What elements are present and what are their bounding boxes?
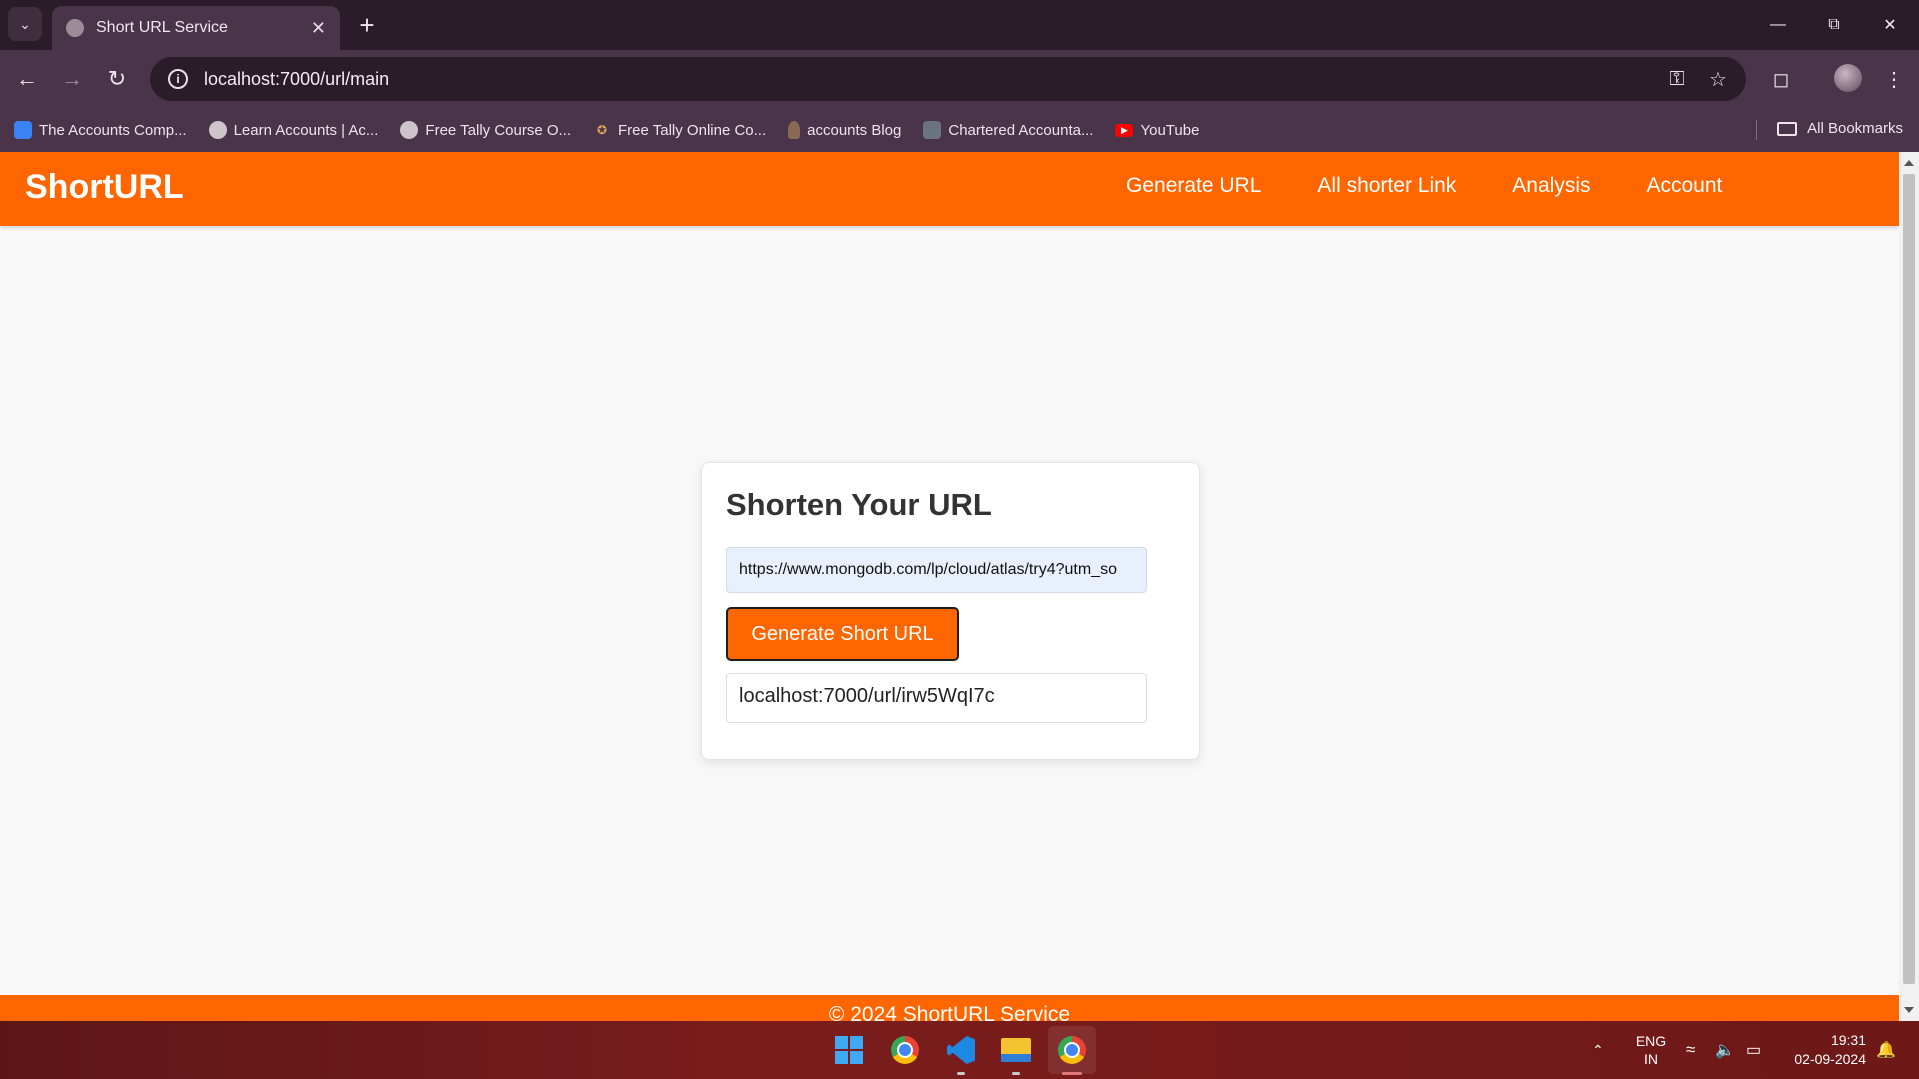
active-indicator [1062, 1072, 1082, 1075]
file-explorer-icon [1001, 1038, 1031, 1062]
nav-all-shorter-link[interactable]: All shorter Link [1317, 174, 1456, 198]
chrome-profile-icon [1058, 1036, 1086, 1064]
ca-icon [923, 121, 942, 139]
battery-icon[interactable]: ▭ [1746, 1021, 1761, 1079]
minimize-button[interactable]: — [1750, 8, 1806, 42]
restore-button[interactable]: ⧉ [1806, 8, 1862, 42]
scroll-up-icon[interactable] [1904, 160, 1914, 166]
taskbar: ⌃ ENG IN ≈ 🔈 ▭ 19:31 02-09-2024 🔔 [0, 1021, 1919, 1079]
bookmark-item[interactable]: Chartered Accounta... [923, 121, 1093, 139]
back-button[interactable]: ← [10, 62, 44, 96]
vscode-icon [947, 1036, 975, 1064]
forward-button[interactable]: → [55, 62, 89, 96]
generate-short-url-button[interactable]: Generate Short URL [726, 607, 959, 661]
bookmark-label: accounts Blog [807, 121, 902, 139]
running-indicator [1012, 1072, 1020, 1075]
address-bar[interactable]: i localhost:7000/url/main [150, 57, 1746, 101]
runner-icon: ✪ [596, 123, 608, 137]
bookmark-label: Free Tally Course O... [425, 121, 572, 139]
long-url-input[interactable] [726, 547, 1147, 593]
bookmark-item[interactable]: ✪ Free Tally Online Co... [593, 121, 766, 139]
bookmark-label: The Accounts Comp... [39, 121, 187, 139]
tab-close-icon[interactable]: ✕ [311, 18, 326, 39]
tray-overflow-icon[interactable]: ⌃ [1592, 1021, 1604, 1079]
bookmarks-bar: The Accounts Comp... Learn Accounts | Ac… [0, 108, 1919, 152]
bookmark-label: Free Tally Online Co... [618, 121, 767, 139]
tab-search-button[interactable]: ⌄ [8, 7, 42, 41]
notification-bell-icon[interactable]: 🔔 [1876, 1021, 1896, 1079]
globe-icon [208, 121, 227, 139]
reload-icon: ↻ [107, 66, 127, 91]
page-scrollbar[interactable] [1899, 152, 1919, 1021]
scroll-down-icon[interactable] [1904, 1007, 1914, 1013]
site-info-icon[interactable]: i [168, 69, 188, 89]
close-window-button[interactable]: ✕ [1862, 8, 1918, 42]
site-header: ShortURL Generate URL All shorter Link A… [0, 152, 1899, 226]
extensions-icon[interactable]: ◻ [1764, 62, 1798, 96]
globe-icon [66, 19, 84, 37]
site-footer: © 2024 ShortURL Service [0, 995, 1899, 1021]
taskbar-chrome[interactable] [885, 1030, 925, 1070]
taskbar-file-explorer[interactable] [996, 1030, 1036, 1070]
tab-title: Short URL Service [96, 19, 228, 36]
profile-avatar[interactable] [1834, 64, 1862, 92]
date-text: 02-09-2024 [1794, 1051, 1866, 1067]
start-button[interactable] [829, 1030, 869, 1070]
bookmark-label: YouTube [1140, 121, 1200, 139]
tab-strip: ⌄ Short URL Service ✕ + — ⧉ ✕ [0, 0, 1919, 50]
lang-top: ENG [1635, 1033, 1667, 1049]
browser-tab[interactable]: Short URL Service ✕ [52, 6, 340, 50]
chrome-icon [891, 1036, 919, 1064]
nav-generate-url[interactable]: Generate URL [1126, 174, 1261, 198]
youtube-icon: ▶ [1115, 123, 1134, 137]
bookmark-label: Learn Accounts | Ac... [233, 121, 379, 139]
person-icon [788, 121, 801, 139]
lang-bottom: IN [1644, 1051, 1658, 1067]
arrow-left-icon: ← [16, 66, 38, 91]
bookmark-item[interactable]: Learn Accounts | Ac... [208, 121, 379, 139]
bookmark-star-icon[interactable]: ☆ [1701, 62, 1735, 96]
bookmark-label: Chartered Accounta... [948, 121, 1094, 139]
chevron-down-icon: ⌄ [19, 15, 31, 32]
address-text: localhost:7000/url/main [204, 68, 390, 89]
card-heading: Shorten Your URL [726, 487, 992, 522]
accounts-icon [14, 121, 32, 139]
taskbar-vscode[interactable] [941, 1030, 981, 1070]
bookmark-item[interactable]: ▶ YouTube [1115, 122, 1199, 139]
bookmark-item[interactable]: The Accounts Comp... [14, 121, 187, 139]
time-text: 19:31 [1830, 1032, 1866, 1048]
bookmark-item[interactable]: accounts Blog [788, 121, 901, 139]
menu-kebab-icon[interactable]: ⋮ [1877, 62, 1911, 96]
folder-icon [1777, 121, 1798, 136]
wifi-icon[interactable]: ≈ [1686, 1021, 1695, 1079]
short-url-result: localhost:7000/url/irw5WqI7c [726, 673, 1147, 723]
footer-text: © 2024 ShortURL Service [828, 1003, 1071, 1021]
page-viewport: ShortURL Generate URL All shorter Link A… [0, 152, 1899, 1021]
volume-icon[interactable]: 🔈 [1715, 1021, 1735, 1079]
globe-icon [400, 121, 419, 139]
all-bookmarks-button[interactable]: All Bookmarks [1777, 120, 1903, 137]
nav-analysis[interactable]: Analysis [1512, 174, 1590, 198]
password-key-icon[interactable]: ⚿ [1660, 62, 1694, 96]
all-bookmarks-label: All Bookmarks [1807, 120, 1903, 137]
nav-account[interactable]: Account [1647, 174, 1723, 198]
site-nav: Generate URL All shorter Link Analysis A… [1126, 174, 1778, 198]
taskbar-chrome-profile[interactable] [1052, 1030, 1092, 1070]
bookmarks-separator [1756, 120, 1757, 140]
scrollbar-thumb[interactable] [1903, 174, 1915, 984]
reload-button[interactable]: ↻ [100, 62, 134, 96]
shorten-card: Shorten Your URL Generate Short URL loca… [701, 462, 1200, 760]
clock[interactable]: 19:31 02-09-2024 [1788, 1031, 1866, 1069]
running-indicator [957, 1072, 965, 1075]
windows-icon [835, 1036, 863, 1064]
site-logo[interactable]: ShortURL [25, 168, 184, 207]
language-indicator[interactable]: ENG IN [1636, 1021, 1666, 1079]
new-tab-button[interactable]: + [352, 10, 382, 40]
arrow-right-icon: → [61, 66, 83, 91]
browser-toolbar: ← → ↻ i localhost:7000/url/main ⚿ ☆ ◻ ⋮ [0, 50, 1919, 108]
bookmark-item[interactable]: Free Tally Course O... [400, 121, 571, 139]
